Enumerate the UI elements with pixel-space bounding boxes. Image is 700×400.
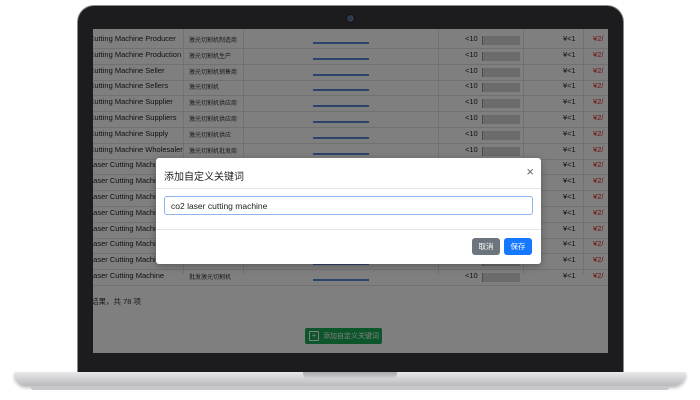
divider — [156, 229, 541, 230]
camera-icon — [347, 15, 354, 22]
keyword-input[interactable] — [164, 196, 533, 215]
add-keyword-dialog: 添加自定义关键词 × 取消 保存 — [156, 158, 541, 264]
laptop-base-foot — [30, 386, 670, 390]
screen: Cutting Machine Producer激光切割机制造商<10¥<1¥2… — [93, 29, 608, 353]
save-button[interactable]: 保存 — [504, 238, 532, 255]
dialog-title: 添加自定义关键词 — [164, 172, 244, 183]
divider — [156, 188, 541, 189]
cancel-button[interactable]: 取消 — [472, 238, 500, 255]
laptop-base-notch — [303, 372, 397, 379]
close-icon[interactable]: × — [526, 165, 534, 178]
